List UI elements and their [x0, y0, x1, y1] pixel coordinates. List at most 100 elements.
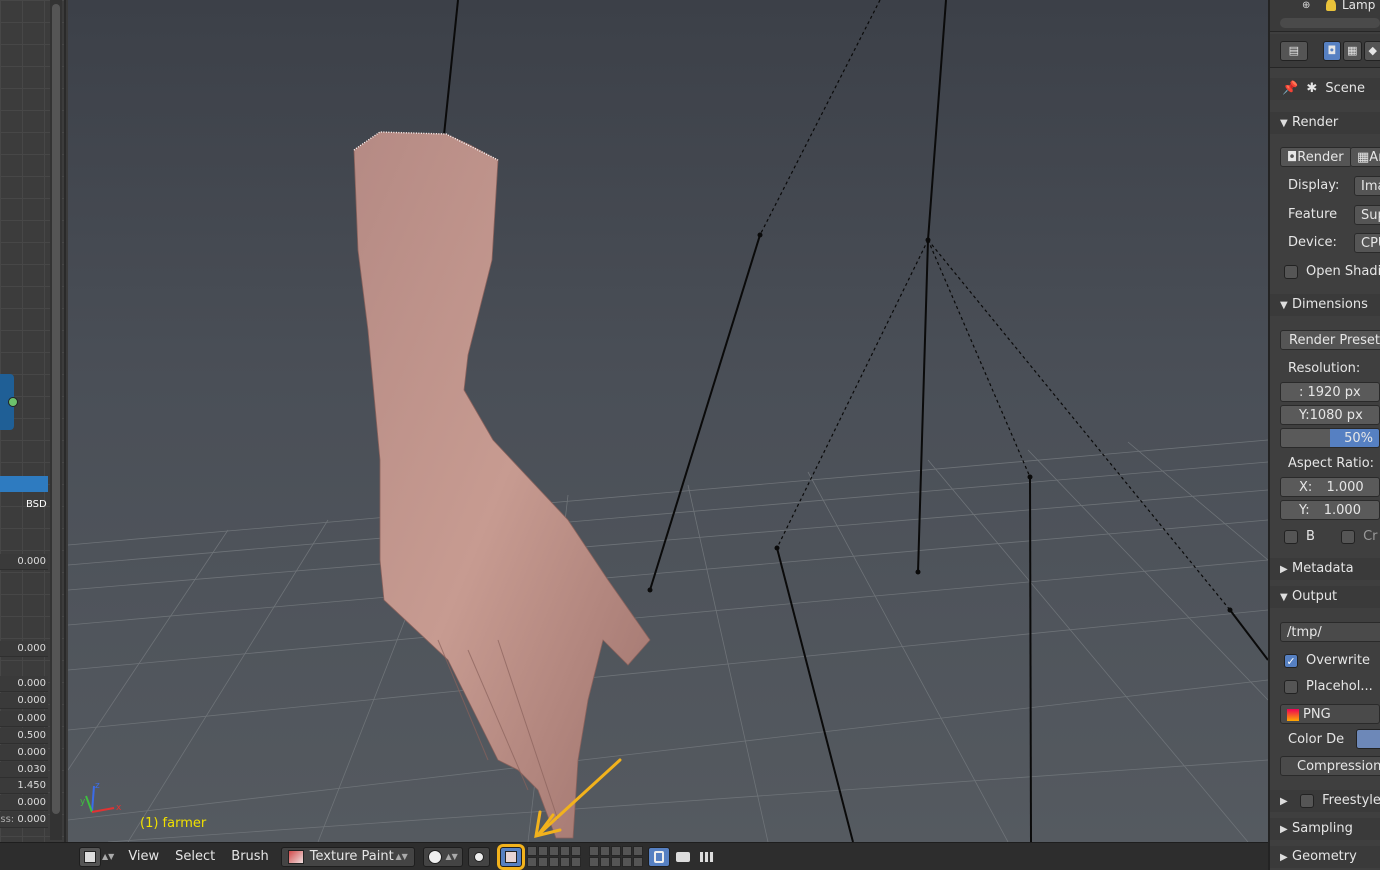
- device-dropdown[interactable]: CPU: [1354, 233, 1380, 253]
- axis-x-label: x: [116, 803, 122, 813]
- checkbox-checked[interactable]: ✓: [1284, 653, 1298, 668]
- node-editor-panel[interactable]: BSD 0.000 0.000 0.000 0.000 0.000 0.500 …: [0, 0, 66, 870]
- node-value[interactable]: 0.000: [0, 641, 48, 657]
- display-dropdown[interactable]: Ima: [1354, 176, 1380, 196]
- aspect-x-field[interactable]: X: 1.000: [1280, 477, 1380, 497]
- panel-render-header[interactable]: ▼ Render: [1270, 112, 1380, 134]
- chevron-updown-icon: ▲▼: [445, 852, 458, 861]
- mode-dropdown[interactable]: Texture Paint ▲▼: [280, 846, 415, 867]
- feature-dropdown[interactable]: Sup: [1354, 205, 1380, 225]
- panel-freestyle-header[interactable]: ▶ Freestyle: [1270, 790, 1380, 812]
- image-icon: [1287, 708, 1299, 721]
- node-value[interactable]: 0.000: [0, 554, 48, 570]
- view-menu[interactable]: View: [120, 846, 167, 868]
- panel-title: Geometry: [1292, 849, 1357, 864]
- triangle-down-icon: ▼: [1280, 592, 1288, 603]
- render-presets-dropdown[interactable]: Render Presets: [1280, 330, 1380, 350]
- editor-type-button[interactable]: ▤: [1280, 40, 1308, 61]
- node-value-prefix: ss:: [0, 814, 15, 825]
- open-shading-checkbox[interactable]: Open Shadin: [1270, 261, 1380, 283]
- checkbox[interactable]: [1300, 793, 1315, 808]
- pivot-icon: [473, 851, 484, 862]
- bone: [1229, 609, 1268, 661]
- triangle-right-icon: ▶: [1280, 564, 1288, 575]
- node-value[interactable]: 0.000: [0, 795, 48, 811]
- resolution-y-field[interactable]: Y:1080 px: [1280, 405, 1380, 425]
- color-depth-label: Color De: [1288, 732, 1345, 747]
- select-menu[interactable]: Select: [167, 846, 223, 868]
- node-value[interactable]: 0.000: [0, 711, 48, 727]
- panel-output-header[interactable]: ▼ Output: [1270, 586, 1380, 608]
- panel-geometry-header[interactable]: ▶ Geometry: [1270, 846, 1380, 868]
- render-button[interactable]: ◘Render: [1280, 147, 1352, 167]
- mode-label: Texture Paint: [309, 849, 394, 864]
- node-value[interactable]: 0.500: [0, 728, 48, 744]
- file-format-label: PNG: [1303, 707, 1331, 722]
- crop-checkbox[interactable]: [1341, 529, 1356, 544]
- pivot-button[interactable]: [467, 846, 490, 867]
- pin-icon[interactable]: 📌: [1282, 81, 1298, 96]
- device-label: Device:: [1288, 235, 1337, 250]
- panel-dimensions-header[interactable]: ▼ Dimensions: [1270, 294, 1380, 316]
- grid-line: [107, 759, 1268, 842]
- lock-camera-button[interactable]: [647, 846, 670, 867]
- border-checkbox[interactable]: B Cr: [1270, 526, 1380, 548]
- properties-toolbar: ▤ ◘ ▦ ◆: [1270, 34, 1380, 68]
- file-format-dropdown[interactable]: PNG: [1280, 704, 1380, 724]
- hand-mesh[interactable]: [353, 131, 651, 839]
- panel-sampling-header[interactable]: ▶ Sampling: [1270, 818, 1380, 840]
- node-selected-bar[interactable]: [0, 476, 48, 492]
- node-value[interactable]: 0.000: [0, 745, 48, 761]
- animation-button[interactable]: ▦An: [1350, 147, 1380, 167]
- tab-render-layers[interactable]: ▦: [1343, 40, 1362, 61]
- output-path-field[interactable]: /tmp/: [1280, 622, 1380, 642]
- placeholders-checkbox[interactable]: Placehol...: [1270, 676, 1380, 698]
- node-socket[interactable]: [8, 397, 18, 407]
- editor-type-button[interactable]: [79, 846, 101, 867]
- shading-dropdown[interactable]: ▲▼: [422, 846, 463, 867]
- render-still-button[interactable]: [672, 847, 694, 867]
- tab-render[interactable]: ◘: [1322, 40, 1342, 61]
- mask-toggle-button[interactable]: [499, 846, 522, 867]
- node-value[interactable]: ss: 0.000: [0, 812, 48, 828]
- properties-panel[interactable]: ⊕ Lamp ▤ ◘ ▦ ◆ 📌 ✱ Scene ▼ Render ◘Render…: [1268, 0, 1380, 870]
- compression-slider[interactable]: Compression:: [1280, 756, 1380, 776]
- resolution-x-field[interactable]: : 1920 px: [1280, 382, 1380, 402]
- node-value[interactable]: 0.000: [0, 693, 48, 709]
- checkbox[interactable]: [1284, 529, 1298, 544]
- checkbox[interactable]: [1284, 264, 1298, 279]
- scene-icon: ◆: [1368, 44, 1377, 57]
- bone-joints[interactable]: [647, 232, 1233, 613]
- layer-buttons-2[interactable]: [588, 846, 643, 867]
- bone: [776, 547, 854, 842]
- armature-relations: [759, 0, 1231, 611]
- panel-metadata-header[interactable]: ▶ Metadata: [1270, 558, 1380, 580]
- brush-menu[interactable]: Brush: [223, 846, 277, 868]
- node-value[interactable]: 1.450: [0, 778, 48, 794]
- outliner-item-lamp[interactable]: Lamp: [1342, 0, 1375, 12]
- render-animation-button[interactable]: [696, 847, 718, 867]
- overwrite-checkbox[interactable]: ✓ Overwrite: [1270, 650, 1380, 672]
- node-value[interactable]: 0.000: [0, 676, 48, 692]
- panel-title: Sampling: [1292, 821, 1353, 836]
- joint: [1227, 607, 1233, 613]
- node-value[interactable]: 0.030: [0, 762, 48, 778]
- camera-icon: ◘: [1287, 150, 1298, 165]
- expand-icon[interactable]: ⊕: [1302, 0, 1310, 11]
- joint: [774, 545, 780, 551]
- scrollbar-thumb[interactable]: [52, 4, 60, 814]
- axis-x-line: [91, 807, 115, 813]
- feature-label: Feature: [1288, 207, 1338, 222]
- 3d-viewport[interactable]: z y x (1) farmer: [68, 0, 1268, 842]
- aspect-y-field[interactable]: Y: 1.000: [1280, 500, 1380, 520]
- crop-label: Cr: [1363, 529, 1378, 544]
- resolution-percent-slider[interactable]: 50%: [1280, 428, 1380, 448]
- color-depth-toggle[interactable]: [1356, 729, 1380, 749]
- clapper-icon: ▦: [1357, 150, 1370, 165]
- outliner-scrollbar[interactable]: [1280, 18, 1380, 28]
- checkbox[interactable]: [1284, 679, 1298, 694]
- tab-scene[interactable]: ◆: [1363, 40, 1380, 61]
- grid-line: [68, 461, 1268, 566]
- aspect-ratio-label: Aspect Ratio:: [1288, 456, 1375, 471]
- layer-buttons-1[interactable]: [526, 846, 581, 867]
